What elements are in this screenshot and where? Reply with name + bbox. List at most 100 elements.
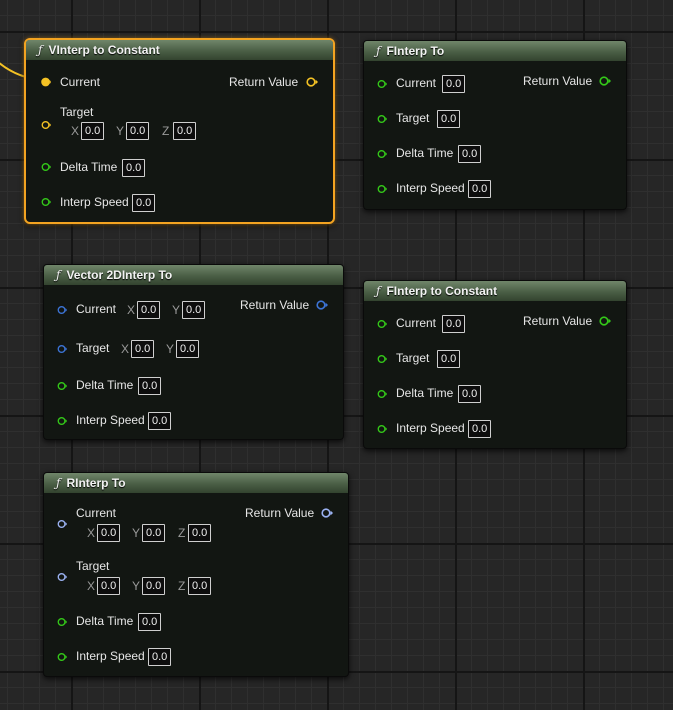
- target-input[interactable]: 0.0: [437, 350, 461, 368]
- interp-speed-pin-icon[interactable]: [41, 197, 51, 207]
- node-header[interactable]: ƒ Vector 2DInterp To: [44, 265, 343, 285]
- interp-speed-input[interactable]: 0.0: [468, 420, 492, 438]
- delta-time-pin-icon[interactable]: [377, 149, 387, 159]
- target-x-input[interactable]: 0.0: [97, 577, 121, 595]
- target-label: Target: [60, 105, 94, 119]
- delta-time-pin-icon[interactable]: [57, 617, 67, 627]
- interp-speed-input[interactable]: 0.0: [148, 648, 172, 666]
- target-x-input[interactable]: 0.0: [131, 340, 155, 358]
- return-value-label: Return Value: [240, 298, 310, 312]
- delta-time-label: Delta Time: [60, 160, 118, 174]
- node-title: FInterp To: [386, 44, 445, 58]
- return-value-pin-icon[interactable]: [321, 508, 333, 518]
- function-icon: ƒ: [376, 284, 381, 298]
- node-title: FInterp to Constant: [386, 284, 498, 298]
- current-x-input[interactable]: 0.0: [97, 524, 121, 542]
- x-axis-label: X: [71, 124, 80, 138]
- target-z-input[interactable]: 0.0: [188, 577, 212, 595]
- current-input[interactable]: 0.0: [442, 315, 466, 333]
- return-value-label: Return Value: [523, 74, 593, 88]
- z-axis-label: Z: [178, 579, 186, 593]
- y-axis-label: Y: [132, 579, 141, 593]
- return-value-label: Return Value: [229, 75, 299, 89]
- function-icon: ƒ: [56, 268, 61, 282]
- delta-time-input[interactable]: 0.0: [138, 377, 162, 395]
- delta-time-pin-icon[interactable]: [377, 389, 387, 399]
- current-y-input[interactable]: 0.0: [142, 524, 166, 542]
- z-axis-label: Z: [162, 124, 170, 138]
- delta-time-label: Delta Time: [76, 614, 134, 628]
- interp-speed-label: Interp Speed: [60, 195, 129, 209]
- target-y-input[interactable]: 0.0: [142, 577, 166, 595]
- target-pin-icon[interactable]: [57, 344, 67, 354]
- delta-time-input[interactable]: 0.0: [122, 159, 146, 177]
- x-axis-label: X: [127, 303, 136, 317]
- target-pin-icon[interactable]: [41, 120, 51, 130]
- node-finterp-to[interactable]: ƒ FInterp To Current 0.0 Return Value Tar…: [363, 40, 627, 210]
- z-axis-label: Z: [178, 526, 186, 540]
- node-title: VInterp to Constant: [48, 43, 160, 57]
- interp-speed-label: Interp Speed: [396, 181, 465, 195]
- function-icon: ƒ: [56, 476, 61, 490]
- target-y-input[interactable]: 0.0: [126, 122, 150, 140]
- interp-speed-pin-icon[interactable]: [57, 652, 67, 662]
- target-label: Target: [76, 559, 110, 573]
- target-x-input[interactable]: 0.0: [81, 122, 105, 140]
- interp-speed-pin-icon[interactable]: [57, 416, 67, 426]
- interp-speed-input[interactable]: 0.0: [132, 194, 156, 212]
- node-header[interactable]: ƒ FInterp To: [364, 41, 626, 61]
- interp-speed-input[interactable]: 0.0: [148, 412, 172, 430]
- interp-speed-input[interactable]: 0.0: [468, 180, 492, 198]
- current-y-input[interactable]: 0.0: [182, 301, 206, 319]
- node-finterp-to-constant[interactable]: ƒ FInterp to Constant Current 0.0 Return …: [363, 280, 627, 449]
- target-z-input[interactable]: 0.0: [173, 122, 197, 140]
- target-pin-icon[interactable]: [57, 572, 67, 582]
- y-axis-label: Y: [172, 303, 181, 317]
- return-value-label: Return Value: [245, 506, 315, 520]
- node-rinterp-to[interactable]: ƒ RInterp To Current X 0.0 Y 0.0 Z 0.0 Re…: [43, 472, 349, 677]
- return-value-pin-icon[interactable]: [316, 300, 328, 310]
- current-pin-icon[interactable]: [377, 319, 387, 329]
- target-label: Target: [396, 111, 430, 125]
- delta-time-pin-icon[interactable]: [41, 162, 51, 172]
- node-header[interactable]: ƒ RInterp To: [44, 473, 348, 493]
- node-header[interactable]: ƒ FInterp to Constant: [364, 281, 626, 301]
- target-label: Target: [396, 351, 430, 365]
- current-z-input[interactable]: 0.0: [188, 524, 212, 542]
- target-y-input[interactable]: 0.0: [176, 340, 200, 358]
- delta-time-input[interactable]: 0.0: [138, 613, 162, 631]
- target-pin-icon[interactable]: [377, 354, 387, 364]
- interp-speed-pin-icon[interactable]: [377, 184, 387, 194]
- target-input[interactable]: 0.0: [437, 110, 461, 128]
- current-input[interactable]: 0.0: [442, 75, 466, 93]
- x-axis-label: X: [87, 579, 96, 593]
- delta-time-input[interactable]: 0.0: [458, 385, 482, 403]
- return-value-pin-icon[interactable]: [599, 76, 611, 86]
- node-header[interactable]: ƒ VInterp to Constant: [26, 40, 333, 60]
- return-value-pin-icon[interactable]: [599, 316, 611, 326]
- current-pin-icon[interactable]: [41, 77, 51, 87]
- current-label: Current: [76, 506, 117, 520]
- interp-speed-label: Interp Speed: [396, 421, 465, 435]
- node-vinterp-to-constant[interactable]: ƒ VInterp to Constant Current Return Valu…: [24, 38, 335, 224]
- y-axis-label: Y: [166, 342, 175, 356]
- current-pin-icon[interactable]: [57, 519, 67, 529]
- current-pin-icon[interactable]: [377, 79, 387, 89]
- interp-speed-pin-icon[interactable]: [377, 424, 387, 434]
- delta-time-label: Delta Time: [396, 386, 454, 400]
- x-axis-label: X: [87, 526, 96, 540]
- node-title: RInterp To: [66, 476, 126, 490]
- current-x-input[interactable]: 0.0: [137, 301, 161, 319]
- current-pin-icon[interactable]: [57, 305, 67, 315]
- node-title: Vector 2DInterp To: [66, 268, 173, 282]
- current-label: Current: [60, 75, 101, 89]
- delta-time-pin-icon[interactable]: [57, 381, 67, 391]
- delta-time-input[interactable]: 0.0: [458, 145, 482, 163]
- current-label: Current: [396, 76, 437, 90]
- current-label: Current: [396, 316, 437, 330]
- node-vector2d-interp-to[interactable]: ƒ Vector 2DInterp To Current X 0.0 Y 0.0 …: [43, 264, 344, 440]
- return-value-pin-icon[interactable]: [306, 77, 318, 87]
- function-icon: ƒ: [376, 44, 381, 58]
- target-pin-icon[interactable]: [377, 114, 387, 124]
- interp-speed-label: Interp Speed: [76, 649, 145, 663]
